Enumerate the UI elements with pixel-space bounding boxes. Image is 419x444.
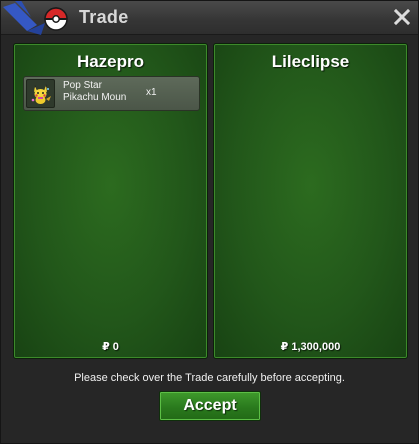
pikachu-sprite-icon [31, 84, 51, 104]
item-name: Pop Star Pikachu Moun [63, 80, 145, 104]
trade-notice-text: Please check over the Trade carefully be… [74, 372, 345, 384]
trade-window: Trade Hazepro Pop Star Pikachu Moun x1 ₽… [0, 0, 419, 444]
trade-panel-right: Lileclipse ₽ 1,300,000 [213, 43, 408, 359]
right-money-offer: ₽ 1,300,000 [280, 341, 341, 353]
left-player-name: Hazepro [76, 52, 145, 71]
item-name-line2: Pikachu Moun [63, 92, 127, 103]
item-quantity: x1 [146, 87, 157, 98]
trade-item-slot[interactable]: Pop Star Pikachu Moun x1 [23, 76, 200, 111]
item-name-line1: Pop Star [63, 80, 102, 91]
item-thumbnail [26, 79, 55, 108]
left-money-offer: ₽ 0 [102, 341, 119, 353]
close-icon [394, 9, 410, 25]
right-player-name: Lileclipse [271, 52, 350, 71]
window-title: Trade [79, 7, 129, 27]
trade-panel-left: Hazepro Pop Star Pikachu Moun x1 ₽ 0 [13, 43, 208, 359]
close-button[interactable] [392, 7, 412, 27]
title-bar[interactable]: Trade [1, 1, 418, 35]
accept-button[interactable]: Accept [159, 391, 261, 421]
pokeball-logo-icon [1, 1, 73, 41]
